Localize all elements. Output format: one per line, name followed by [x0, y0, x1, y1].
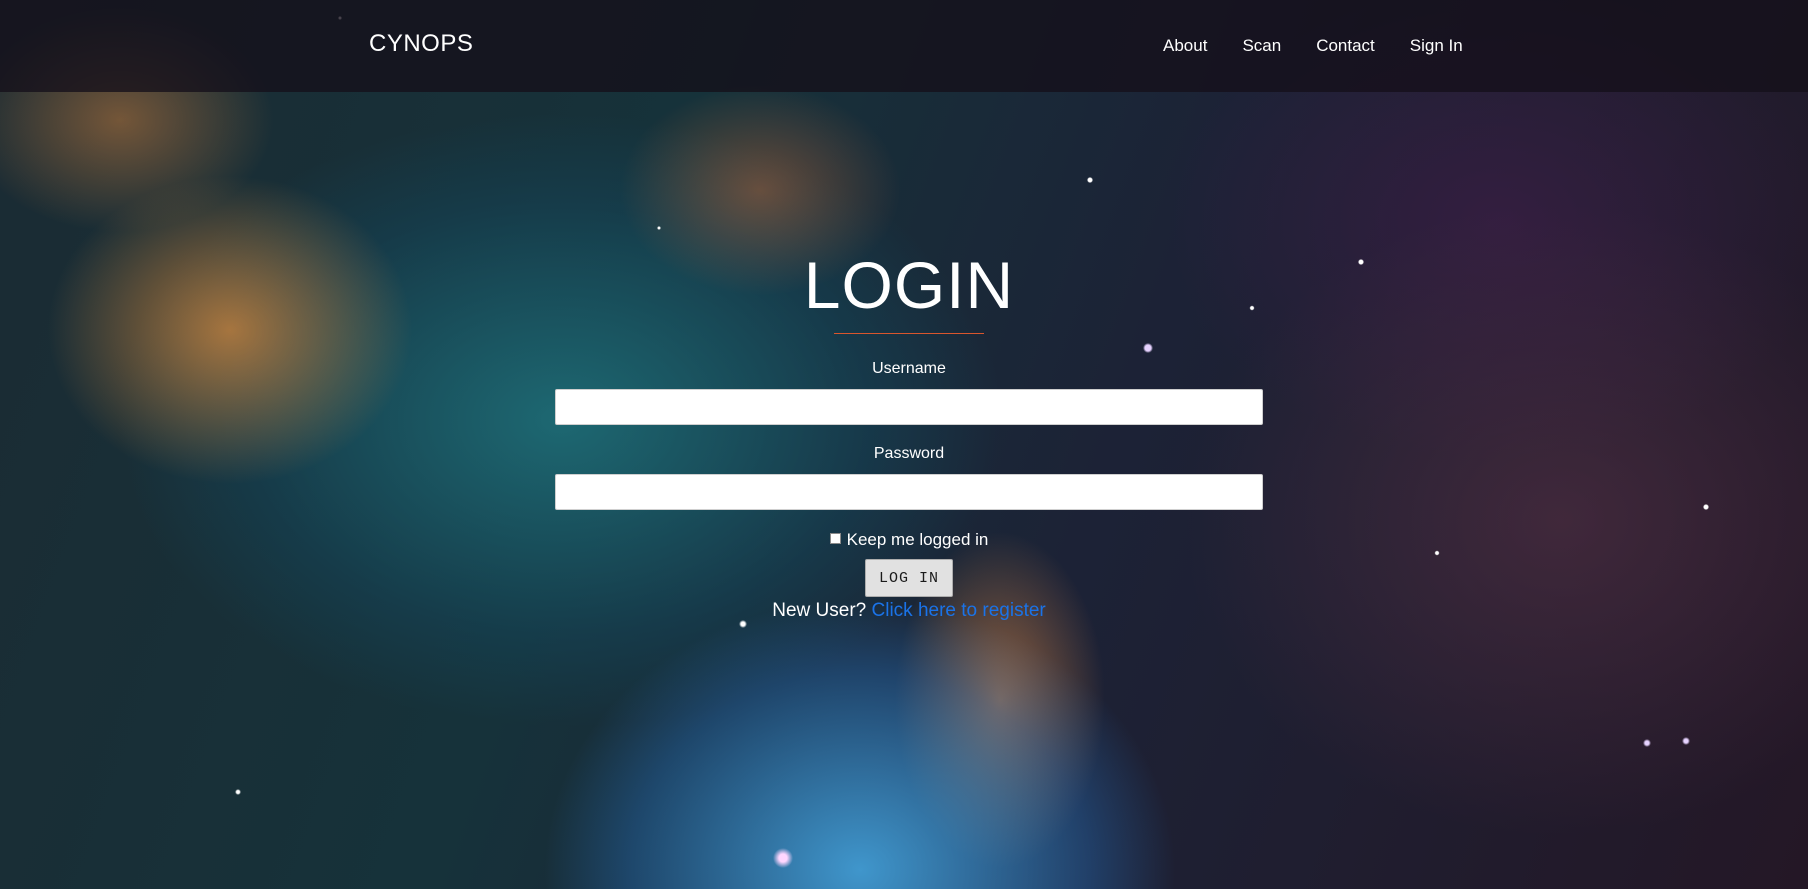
nav-link-contact[interactable]: Contact [1316, 36, 1375, 56]
login-form: LOGIN Username Password Keep me logged i… [555, 240, 1263, 623]
username-label: Username [872, 360, 946, 377]
remember-me-checkbox[interactable] [829, 532, 841, 544]
username-input[interactable] [555, 389, 1263, 425]
password-input[interactable] [555, 474, 1263, 510]
nav-link-scan[interactable]: Scan [1242, 36, 1281, 56]
remember-me-label: Keep me logged in [846, 530, 989, 549]
nav-link-about[interactable]: About [1163, 36, 1207, 56]
register-link[interactable]: Click here to register [872, 600, 1046, 621]
register-row: New User? Click here to register [555, 599, 1263, 623]
new-user-text: New User? [772, 600, 867, 621]
top-navbar: CYNOPS About Scan Contact Sign In [0, 0, 1808, 92]
password-label: Password [873, 445, 945, 462]
brand-logo[interactable]: CYNOPS [369, 30, 473, 58]
remember-me-row: Keep me logged in [555, 530, 1263, 550]
login-button[interactable]: LOG IN [865, 559, 953, 597]
nav-links: About Scan Contact Sign In [1163, 36, 1463, 56]
nav-link-sign-in[interactable]: Sign In [1410, 36, 1463, 56]
title-divider [834, 333, 984, 334]
page-title: LOGIN [803, 248, 1015, 322]
